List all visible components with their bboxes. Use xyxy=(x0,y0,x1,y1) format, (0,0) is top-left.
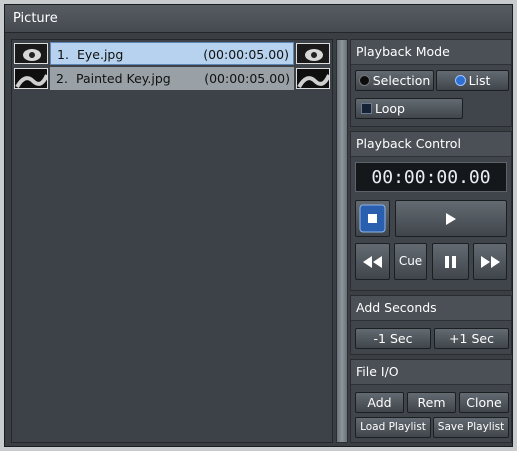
stop-button[interactable] xyxy=(355,200,390,237)
playlist-scrollbar[interactable] xyxy=(336,39,348,443)
play-button[interactable] xyxy=(395,200,507,237)
thumbnail-image xyxy=(14,68,48,89)
clone-button[interactable]: Clone xyxy=(459,392,509,413)
thumbnail-image xyxy=(296,68,330,89)
file-io-panel: File I/O Add Rem Clone Load Playlist Sav… xyxy=(350,359,512,443)
panel-header: File I/O xyxy=(351,360,511,385)
panel-header: Add Seconds xyxy=(351,296,511,321)
window-title: Picture xyxy=(5,5,512,33)
item-name: Painted Key.jpg xyxy=(76,71,171,86)
play-icon xyxy=(446,213,456,225)
playlist-item[interactable]: 1. Eye.jpg (00:00:05.00) xyxy=(14,42,330,65)
playlist[interactable]: 1. Eye.jpg (00:00:05.00) 2. Painted Key.… xyxy=(11,39,333,443)
pause-icon xyxy=(445,256,456,268)
plus-one-second-button[interactable]: +1 Sec xyxy=(434,328,509,349)
item-duration: (00:00:05.00) xyxy=(203,47,289,62)
fast-forward-icon xyxy=(481,256,500,268)
thumbnail-image xyxy=(14,43,48,64)
rewind-icon xyxy=(363,256,382,268)
item-number: 2. xyxy=(56,71,68,86)
panel-header: Playback Mode xyxy=(351,40,511,65)
loop-checkbox[interactable]: Loop xyxy=(355,98,463,119)
load-playlist-button[interactable]: Load Playlist xyxy=(355,417,431,438)
playlist-item[interactable]: 2. Painted Key.jpg (00:00:05.00) xyxy=(14,67,330,90)
pause-button[interactable] xyxy=(432,243,469,280)
rewind-button[interactable] xyxy=(355,243,390,280)
minus-one-second-button[interactable]: -1 Sec xyxy=(355,328,431,349)
radio-icon xyxy=(454,75,466,86)
timecode-display: 00:00:00.00 xyxy=(355,162,507,192)
playback-control-panel: Playback Control 00:00:00.00 Cue xyxy=(350,131,512,291)
item-name: Eye.jpg xyxy=(77,47,124,62)
radio-icon xyxy=(358,75,370,86)
save-playlist-button[interactable]: Save Playlist xyxy=(433,417,509,438)
picture-window: Picture 1. Eye.jpg (00:00:05.00) 2. Pain… xyxy=(4,4,513,447)
stop-icon xyxy=(359,204,386,233)
cue-button[interactable]: Cue xyxy=(394,243,427,280)
selection-radio[interactable]: Selection xyxy=(355,70,434,91)
fast-forward-button[interactable] xyxy=(473,243,507,280)
checkbox-icon xyxy=(361,103,372,114)
playback-mode-panel: Playback Mode Selection List Loop xyxy=(350,39,512,127)
item-number: 1. xyxy=(57,47,69,62)
item-duration: (00:00:05.00) xyxy=(204,71,290,86)
remove-button[interactable]: Rem xyxy=(407,392,456,413)
panel-header: Playback Control xyxy=(351,132,511,157)
list-radio[interactable]: List xyxy=(436,70,509,91)
thumbnail-image xyxy=(296,43,330,64)
add-button[interactable]: Add xyxy=(355,392,404,413)
add-seconds-panel: Add Seconds -1 Sec +1 Sec xyxy=(350,295,512,355)
